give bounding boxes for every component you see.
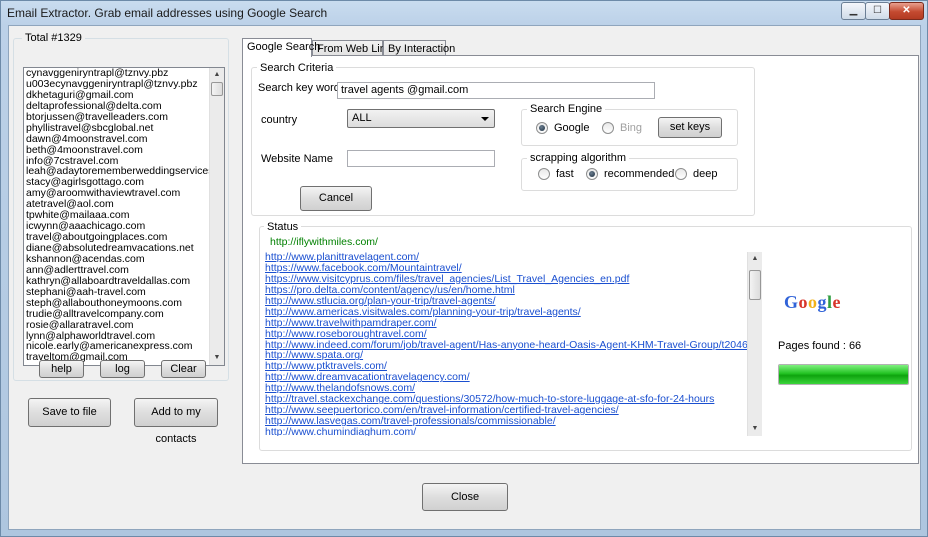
main-window: Email Extractor. Grab email addresses us…: [0, 0, 928, 537]
google-logo-letter: o: [808, 292, 818, 312]
total-count-label: Total #1329: [22, 32, 85, 44]
pages-found-label: Pages found : 66: [778, 340, 862, 352]
result-link[interactable]: http://www.chumindiaghum.com/: [265, 427, 755, 436]
email-list-scrollbar[interactable]: ▲ ▼: [209, 68, 224, 365]
google-search-panel: Search Criteria Search key words travel …: [242, 55, 919, 464]
tab-google-search[interactable]: Google Search: [242, 38, 320, 57]
close-window-button[interactable]: ✕: [889, 2, 924, 20]
keywords-label: Search key words: [258, 82, 346, 94]
deep-radio[interactable]: deep: [675, 168, 718, 181]
search-engine-label: Search Engine: [527, 103, 606, 115]
save-to-file-button[interactable]: Save to file: [28, 398, 111, 427]
email-list[interactable]: cynavggeniryntrapl@tznvy.pbz u003ecynavgg…: [23, 67, 225, 366]
fast-radio[interactable]: fast: [538, 168, 574, 181]
email-list-item[interactable]: dawn@4moonstravel.com: [24, 133, 224, 145]
results-scrollbar[interactable]: ▲ ▼: [747, 252, 762, 436]
fast-radio-indicator[interactable]: [538, 168, 550, 181]
log-button[interactable]: log: [100, 360, 145, 378]
bing-radio-label: Bing: [620, 122, 643, 135]
country-select[interactable]: ALL: [347, 109, 495, 128]
fast-radio-label: fast: [556, 168, 574, 181]
recommended-radio-indicator[interactable]: [586, 168, 598, 181]
title-bar[interactable]: Email Extractor. Grab email addresses us…: [1, 1, 927, 25]
result-link[interactable]: http://www.travelwithpamdraper.com/: [265, 317, 755, 329]
scroll-thumb[interactable]: [211, 82, 223, 96]
result-link[interactable]: http://www.americas.visitwales.com/plann…: [265, 306, 755, 318]
scroll-down-icon[interactable]: ▼: [748, 422, 762, 436]
deep-radio-indicator[interactable]: [675, 168, 687, 181]
emails-group: Total #1329 cynavggeniryntrapl@tznvy.pbz…: [13, 32, 229, 381]
progress-bar: [778, 364, 909, 385]
algorithm-label: scrapping algorithm: [527, 152, 629, 164]
email-list-item[interactable]: beth@4moonstravel.com: [24, 144, 224, 156]
google-logo-letter: G: [784, 292, 799, 312]
google-logo-letter: g: [817, 292, 828, 312]
results-links-list: http://www.planittravelagent.com/https:/…: [265, 252, 755, 436]
recommended-radio[interactable]: recommended: [586, 168, 675, 181]
google-radio-indicator[interactable]: [536, 122, 548, 135]
bing-radio-indicator: [602, 122, 614, 135]
google-radio[interactable]: Google: [536, 122, 590, 135]
email-list-item[interactable]: steph@allabouthoneymoons.com: [24, 297, 224, 309]
set-keys-button[interactable]: set keys: [658, 117, 722, 138]
help-button[interactable]: help: [39, 360, 84, 378]
google-logo-letter: e: [832, 292, 842, 312]
deep-radio-label: deep: [693, 168, 718, 181]
website-name-label: Website Name: [261, 153, 333, 165]
algorithm-group: scrapping algorithm fast recommended dee…: [521, 152, 738, 191]
scroll-up-icon[interactable]: ▲: [210, 68, 224, 82]
google-logo-letter: o: [798, 292, 809, 312]
scroll-down-icon[interactable]: ▼: [210, 351, 224, 365]
recommended-radio-label: recommended: [604, 168, 675, 181]
current-url-text: http://iflywithmiles.com/: [270, 236, 378, 248]
result-link[interactable]: http://www.roseboroughtravel.com/: [265, 328, 755, 340]
close-button[interactable]: Close: [422, 483, 508, 511]
google-radio-label: Google: [554, 122, 590, 135]
client-area: Total #1329 cynavggeniryntrapl@tznvy.pbz…: [8, 25, 921, 530]
country-label: country: [261, 114, 298, 126]
results-scroll-thumb[interactable]: [749, 270, 761, 300]
search-engine-group: Search Engine Google Bing set keys: [521, 103, 738, 146]
cancel-button[interactable]: Cancel: [300, 186, 372, 211]
email-list-item[interactable]: trudie@alltravelcompany.com: [24, 308, 224, 320]
bing-radio: Bing: [602, 122, 643, 135]
email-items: cynavggeniryntrapl@tznvy.pbz u003ecynavgg…: [24, 68, 224, 363]
search-criteria-group: Search Criteria Search key words travel …: [251, 62, 755, 216]
add-to-contacts-button[interactable]: Add to my contacts: [134, 398, 218, 445]
country-select-value: ALL: [352, 112, 372, 124]
tab-by-interaction[interactable]: By Interaction: [383, 40, 455, 56]
status-label: Status: [264, 221, 302, 233]
link-items: http://www.planittravelagent.com/https:/…: [265, 252, 755, 436]
window-title: Email Extractor. Grab email addresses us…: [7, 6, 328, 20]
email-list-item[interactable]: rosie@allaratravel.com: [24, 319, 224, 331]
progress-bar-fill: [779, 365, 908, 384]
keywords-input[interactable]: travel agents @gmail.com: [337, 82, 655, 99]
email-list-item[interactable]: phyllistravel@sbcglobal.net: [24, 122, 224, 134]
scroll-up-icon[interactable]: ▲: [748, 252, 762, 266]
website-name-input[interactable]: [347, 150, 495, 167]
search-criteria-label: Search Criteria: [257, 62, 337, 74]
google-logo: Google: [784, 292, 841, 313]
maximize-button[interactable]: ☐: [865, 2, 890, 20]
chevron-down-icon: [481, 117, 489, 121]
clear-button[interactable]: Clear: [161, 360, 206, 378]
minimize-button[interactable]: ▁: [841, 2, 866, 20]
tab-from-web-link[interactable]: From Web Link: [312, 40, 391, 56]
